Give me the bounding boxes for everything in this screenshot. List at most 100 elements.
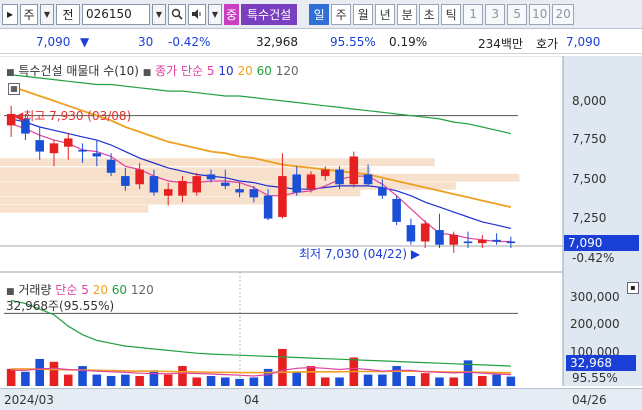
- legend-square-icon: ■: [142, 68, 152, 78]
- ma10-legend: 10: [218, 64, 234, 78]
- vol-ma20-legend: 20: [92, 283, 108, 297]
- stock-code-input[interactable]: 026150: [82, 3, 150, 25]
- volume-bar: [335, 377, 344, 386]
- volume-bar: [49, 361, 59, 386]
- volume-tick: 200,000: [570, 317, 620, 331]
- period-week[interactable]: 주: [331, 3, 352, 25]
- candle-body: [363, 174, 373, 185]
- candle-body: [206, 174, 216, 180]
- candle-body: [121, 176, 130, 186]
- volume-bar: [420, 373, 430, 386]
- collapse-pane-icon[interactable]: ▪: [627, 282, 639, 294]
- current-change-label: -0.42%: [572, 251, 615, 265]
- price-tick: 8,000: [572, 94, 607, 108]
- low-price-marker: 최저 7,030 (04/22) ▶: [299, 247, 421, 261]
- candle-body: [78, 149, 87, 152]
- expand-toggle-icon[interactable]: ▸: [2, 3, 18, 25]
- period-minute[interactable]: 분: [397, 3, 418, 25]
- ma60-line: [11, 74, 512, 135]
- volume-bar: [292, 371, 301, 386]
- volume-bar: [106, 376, 116, 386]
- volume-profile-bar: [0, 158, 435, 167]
- volume-bar: [21, 371, 30, 386]
- price-tick: 7,500: [572, 172, 607, 186]
- vol-ma60-legend: 60: [111, 283, 128, 297]
- volume-bar: [92, 374, 102, 386]
- candle-body: [492, 239, 501, 242]
- ma-legend-prefix: 종가 단순: [155, 64, 204, 78]
- market-dropdown-icon[interactable]: ▼: [40, 3, 54, 25]
- candle-body: [449, 234, 459, 245]
- volume-bar: [363, 374, 373, 386]
- ma120-legend: 120: [275, 64, 299, 78]
- interval-1[interactable]: 1: [463, 3, 484, 25]
- interval-10[interactable]: 10: [529, 3, 551, 25]
- search-icon[interactable]: [168, 3, 186, 25]
- volume-bar: [121, 374, 130, 386]
- volume-profile-bar: [0, 196, 265, 205]
- candle-body: [320, 169, 330, 177]
- ma5-legend: 5: [206, 64, 215, 78]
- candle-body: [349, 156, 359, 185]
- period-month[interactable]: 월: [353, 3, 374, 25]
- period-second[interactable]: 초: [419, 3, 440, 25]
- price-legend: ■ 특수건설 매물대 수(10) ■ 종가 단순 5 10 20 60 120: [6, 62, 299, 79]
- down-arrow-icon: ▼: [80, 35, 90, 49]
- trade-amount: 234백만: [478, 37, 523, 51]
- period-tick[interactable]: 틱: [441, 3, 462, 25]
- candle-body: [221, 182, 230, 186]
- ask-price: 7,090: [566, 35, 601, 49]
- candle-body: [163, 189, 173, 196]
- candle-body: [192, 176, 202, 193]
- candle-body: [392, 198, 401, 222]
- period-day[interactable]: 일: [309, 3, 330, 25]
- volume-bar: [306, 366, 316, 386]
- volume-value: 32,968: [256, 35, 298, 49]
- candle-body: [49, 143, 59, 154]
- interval-5[interactable]: 5: [507, 3, 528, 25]
- table-icon[interactable]: ▦: [8, 83, 20, 95]
- vol-ma5-legend: 5: [81, 283, 89, 297]
- date-tick: 2024/03: [4, 393, 54, 407]
- candle-body: [435, 230, 444, 245]
- volume-bar: [406, 376, 416, 386]
- market-select[interactable]: 주: [20, 3, 38, 25]
- toolbar: ▸ 주 ▼ 전 026150 ▼ ▼ 중 특수건설 일 주 월 년 분 초 틱 …: [0, 0, 642, 29]
- ma20-legend: 20: [237, 64, 253, 78]
- volume-bar: [449, 377, 459, 386]
- interval-20[interactable]: 20: [552, 3, 574, 25]
- code-dropdown-icon[interactable]: ▼: [152, 3, 166, 25]
- period-year[interactable]: 년: [375, 3, 396, 25]
- volume-bar: [63, 374, 73, 386]
- interval-3[interactable]: 3: [485, 3, 506, 25]
- volume-ratio: 95.55%: [330, 35, 376, 49]
- speaker-dropdown-icon[interactable]: ▼: [208, 3, 222, 25]
- type-select[interactable]: 전: [56, 3, 80, 25]
- candle-body: [292, 174, 301, 193]
- volume-bar: [278, 348, 287, 386]
- candle-body: [278, 176, 287, 217]
- volume-bar: [378, 374, 387, 386]
- quote-bar: 7,090 ▼ 30 -0.42% 32,968 95.55% 0.19% 23…: [0, 30, 642, 54]
- speaker-icon[interactable]: [188, 3, 206, 25]
- legend-square-icon: ■: [6, 287, 15, 297]
- volume-bar: [320, 377, 330, 386]
- candle-body: [235, 189, 244, 193]
- volume-bar: [263, 368, 273, 386]
- candle-body: [506, 241, 516, 244]
- current-volume-label: 32,968: [566, 355, 636, 371]
- chart-area[interactable]: ■ 특수건설 매물대 수(10) ■ 종가 단순 5 10 20 60 120 …: [0, 56, 642, 410]
- volume-bar: [206, 376, 216, 386]
- candle-body: [178, 180, 187, 196]
- volume-profile-bar: [0, 173, 520, 182]
- stock-name[interactable]: 특수건설: [241, 3, 298, 25]
- volume-bar: [78, 366, 87, 386]
- price-tick: 7,250: [572, 211, 607, 225]
- volume-value-label: 32,968주(95.55%): [6, 299, 115, 313]
- volume-bar: [506, 376, 516, 386]
- candle-body: [306, 174, 316, 190]
- current-price-label: 7,090: [564, 235, 639, 251]
- candle-body: [35, 140, 44, 152]
- candle-body: [63, 138, 73, 147]
- date-tick: 04: [244, 393, 260, 407]
